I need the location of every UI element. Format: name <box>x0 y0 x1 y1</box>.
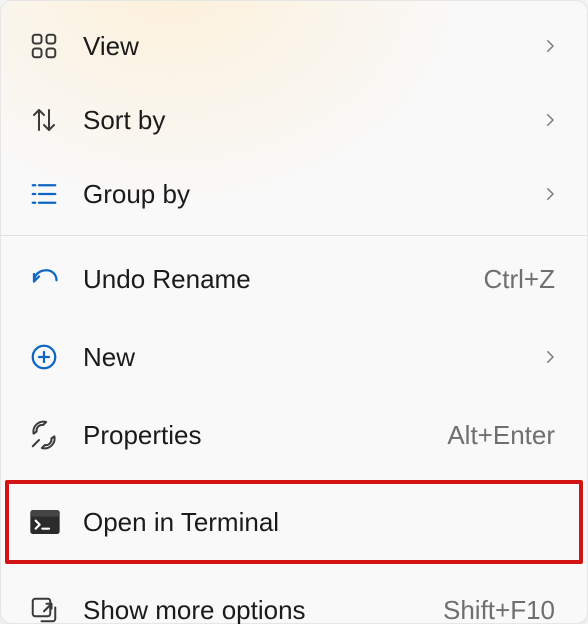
chevron-right-icon <box>541 179 559 210</box>
view-icon <box>29 31 83 61</box>
menu-item-shortcut: Ctrl+Z <box>484 264 556 295</box>
menu-item-label: Group by <box>83 179 533 210</box>
menu-item-label: View <box>83 31 533 62</box>
more-options-icon <box>29 595 83 624</box>
menu-item-label: Show more options <box>83 595 443 624</box>
menu-item-group-by[interactable]: Group by <box>1 157 587 231</box>
context-menu: View Sort by <box>0 0 588 624</box>
chevron-right-icon <box>541 105 559 136</box>
menu-item-shortcut: Alt+Enter <box>447 420 555 451</box>
menu-item-view[interactable]: View <box>1 9 587 83</box>
sort-icon <box>29 105 83 135</box>
menu-item-properties[interactable]: Properties Alt+Enter <box>1 396 587 474</box>
menu-item-show-more-options[interactable]: Show more options Shift+F10 <box>1 570 587 624</box>
menu-separator <box>1 235 587 236</box>
menu-item-shortcut: Shift+F10 <box>443 595 555 624</box>
undo-icon <box>29 264 83 294</box>
menu-item-label: Undo Rename <box>83 264 484 295</box>
menu-item-new[interactable]: New <box>1 318 587 396</box>
properties-icon <box>29 420 83 450</box>
group-icon <box>29 179 83 209</box>
terminal-icon <box>29 508 83 536</box>
new-icon <box>29 342 83 372</box>
chevron-right-icon <box>541 31 559 62</box>
menu-item-open-in-terminal[interactable]: Open in Terminal <box>1 474 587 570</box>
menu-item-label: Open in Terminal <box>83 507 559 538</box>
menu-item-label: New <box>83 342 533 373</box>
chevron-right-icon <box>541 342 559 373</box>
menu-item-label: Sort by <box>83 105 533 136</box>
menu-item-label: Properties <box>83 420 447 451</box>
menu-item-sort-by[interactable]: Sort by <box>1 83 587 157</box>
menu-item-undo-rename[interactable]: Undo Rename Ctrl+Z <box>1 240 587 318</box>
